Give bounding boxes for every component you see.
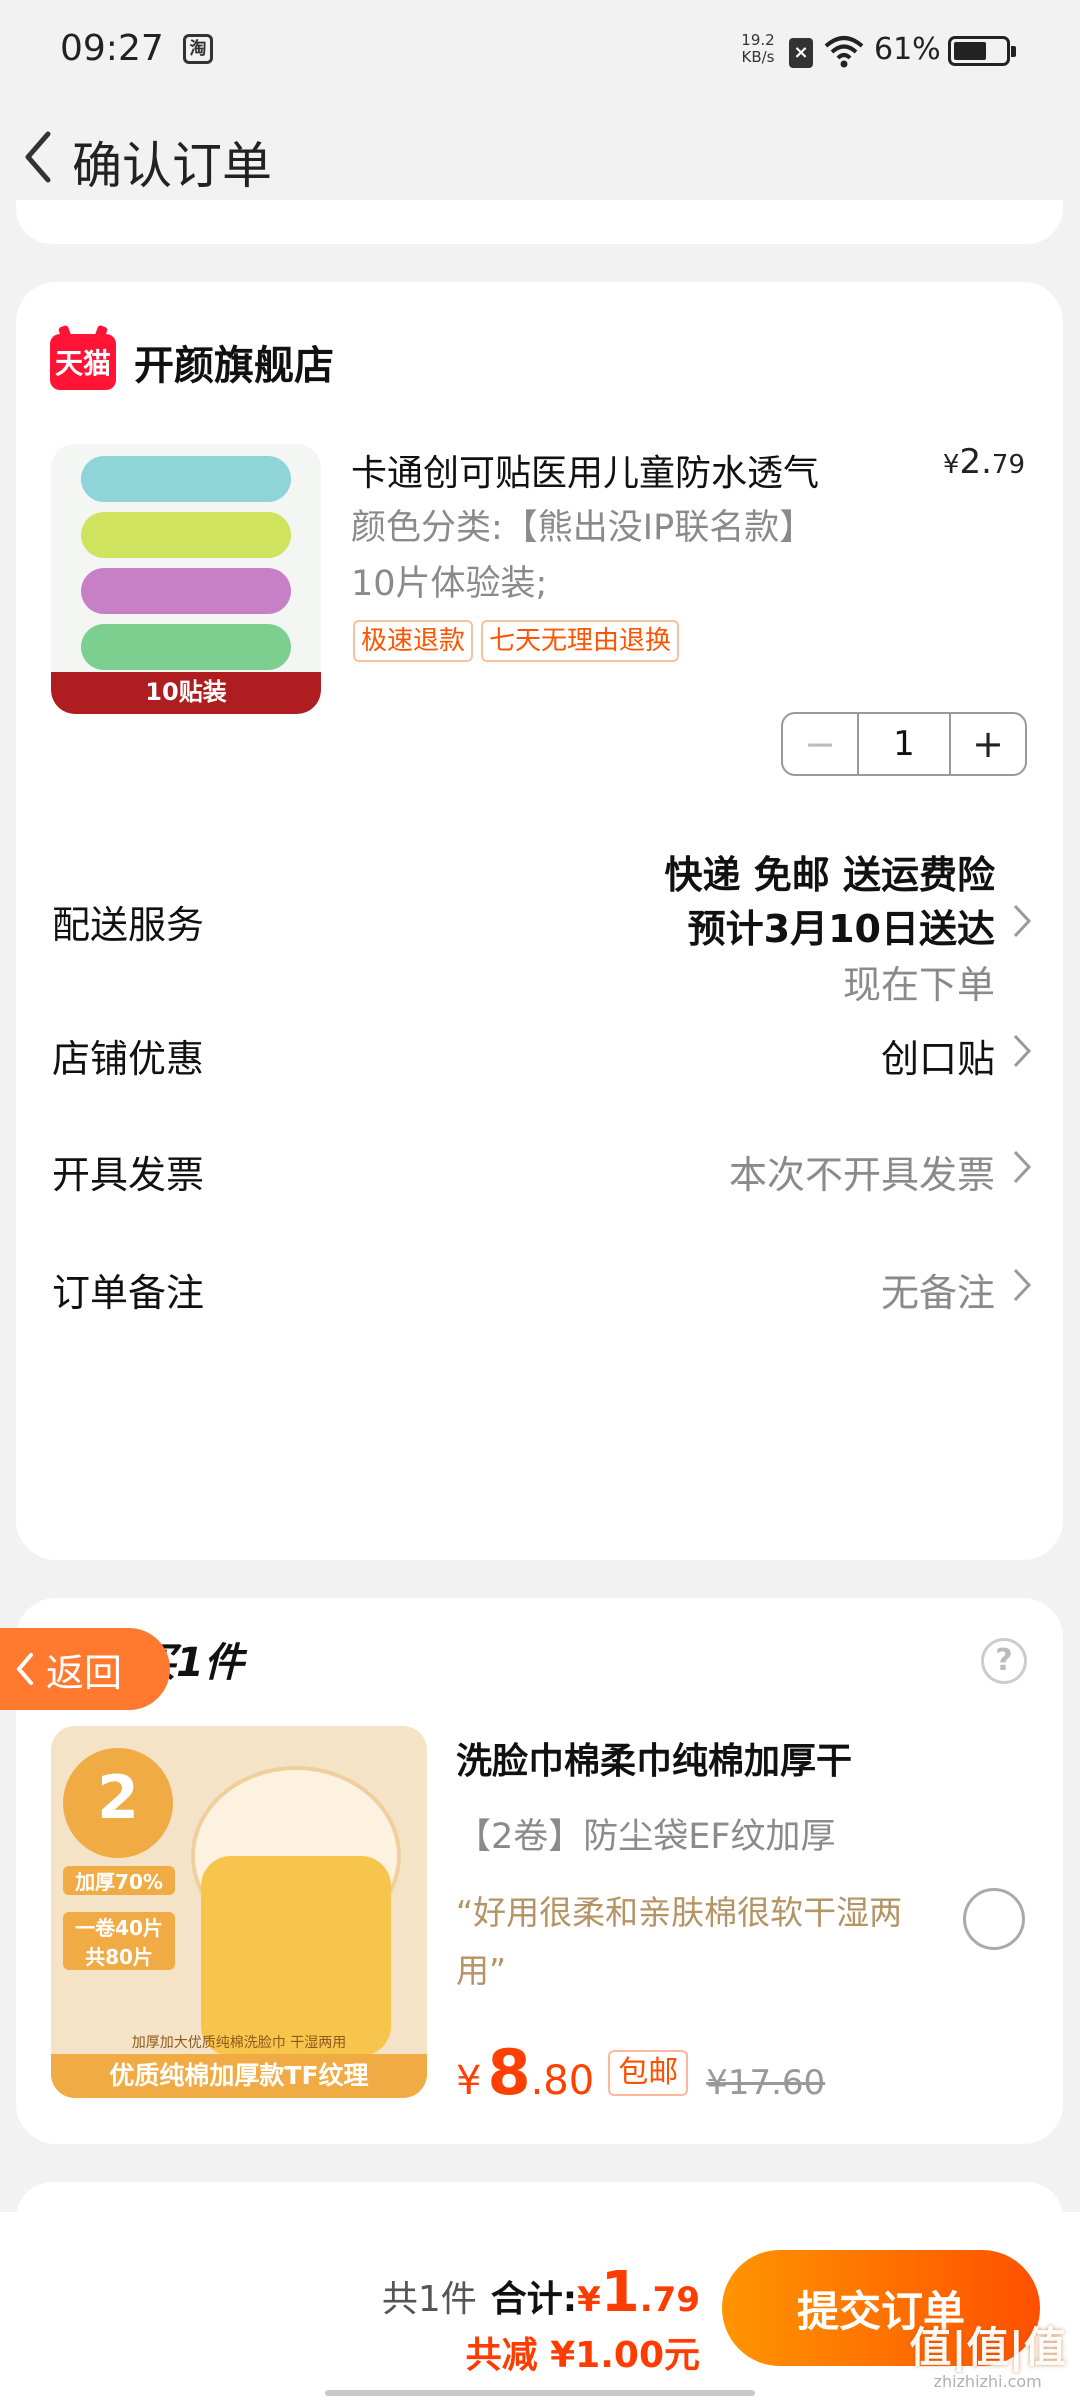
add-on-price: ¥ 8 .80 包邮 ¥17.60 — [456, 2036, 825, 2109]
chevron-right-icon[interactable] — [1011, 1148, 1033, 1186]
page-title: 确认订单 — [72, 137, 272, 195]
towel-image-subtitle: 加厚加大优质纯棉洗脸巾 干湿两用 — [131, 2035, 347, 2051]
price-decimal: .80 — [530, 2058, 595, 2104]
add-on-product-name[interactable]: 洗脸巾棉柔巾纯棉加厚干 — [456, 1732, 852, 1784]
item-count: 共1件 — [381, 2279, 477, 2320]
floating-back-label: 返回 — [46, 1650, 123, 1695]
watermark: 值|值|值 zhizhizhi.com — [909, 2323, 1066, 2392]
total-amount: ¥1.79 — [577, 2260, 700, 2325]
status-bar: 09:27 淘 19.2 KB/s × 61% — [0, 0, 1080, 100]
total-symbol: ¥ — [577, 2280, 601, 2320]
network-speed-unit: KB/s — [741, 48, 775, 66]
spec-pack: 10片体验装; — [351, 564, 548, 604]
spec-color: 颜色分类:【熊出没IP联名款】 — [351, 508, 815, 548]
add-on-product-image[interactable]: 2 加厚70% 一卷40片 共80片 加厚加大优质纯棉洗脸巾 干湿两用 优质纯棉… — [51, 1726, 427, 2098]
total-integer: 1 — [600, 2260, 640, 2325]
chevron-right-icon[interactable] — [1011, 1266, 1033, 1304]
product-image[interactable]: 10贴装 — [51, 444, 321, 714]
address-card-bottom — [16, 200, 1063, 244]
towel-count-badge: 2 — [63, 1748, 173, 1858]
product-price: ¥2.79 — [943, 442, 1025, 482]
quantity-stepper: − 1 + — [781, 712, 1027, 776]
service-tags: 极速退款 七天无理由退换 — [353, 620, 680, 662]
help-icon[interactable]: ? — [981, 1638, 1027, 1684]
product-image-label: 10贴装 — [51, 672, 321, 714]
price-integer: 2. — [959, 442, 992, 482]
chevron-left-icon — [16, 1653, 33, 1685]
network-speed: 19.2 KB/s — [738, 32, 778, 66]
order-summary: 共1件 合计: ¥1.79 — [382, 2260, 700, 2325]
delivery-method: 快递 免邮 送运费险 — [664, 853, 995, 897]
bandage-strip — [81, 456, 291, 502]
add-on-product-review: “好用很柔和亲肤棉很软干湿两用” — [456, 1893, 903, 1990]
battery-icon — [948, 36, 1016, 66]
remark-value[interactable]: 无备注 — [881, 1262, 995, 1317]
shop-header[interactable]: 天猫 开颜旗舰店 — [50, 334, 334, 390]
battery-percent: 61% — [874, 32, 941, 67]
shop-name: 开颜旗舰店 — [134, 343, 334, 389]
shop-discount-label: 店铺优惠 — [52, 1037, 205, 1081]
network-speed-value: 19.2 — [741, 31, 775, 49]
towel-roll-illustration — [201, 1856, 391, 2056]
delivery-label: 配送服务 — [52, 903, 205, 947]
chevron-right-icon[interactable] — [1011, 1032, 1033, 1070]
invoice-label: 开具发票 — [52, 1153, 205, 1197]
home-indicator[interactable] — [325, 2390, 755, 2396]
add-on-select-radio[interactable] — [963, 1888, 1025, 1950]
towel-quantity-chip: 一卷40片 共80片 — [63, 1912, 175, 1970]
remark-label: 订单备注 — [52, 1271, 205, 1315]
no-sim-icon: × — [789, 38, 813, 68]
bandage-strip — [81, 512, 291, 558]
total-label: 合计: — [490, 2279, 578, 2320]
service-tag: 七天无理由退换 — [481, 620, 680, 662]
taobao-notification-icon: 淘 — [183, 34, 213, 64]
add-on-card: 顺手买1件 ? 2 加厚70% 一卷40片 共80片 加厚加大优质纯棉洗脸巾 干… — [16, 1598, 1063, 2144]
invoice-value[interactable]: 本次不开具发票 — [729, 1144, 995, 1199]
decrease-quantity-button[interactable]: − — [783, 714, 857, 774]
delivery-order-now: 现在下单 — [842, 963, 995, 1007]
total-decimal: .79 — [639, 2280, 700, 2320]
free-shipping-tag: 包邮 — [608, 2049, 689, 2096]
watermark-logo: 值|值|值 — [909, 2323, 1066, 2372]
price-decimal: 79 — [991, 450, 1025, 480]
delivery-eta[interactable]: 预计3月10日送达 — [688, 898, 995, 953]
quantity-value[interactable]: 1 — [857, 714, 951, 774]
bandage-strip — [81, 568, 291, 614]
shop-discount-value[interactable]: 创口贴 — [881, 1028, 995, 1083]
towel-image-footer: 优质纯棉加厚款TF纹理 — [51, 2054, 427, 2098]
increase-quantity-button[interactable]: + — [951, 714, 1025, 774]
product-title[interactable]: 卡通创可贴医用儿童防水透气 — [351, 444, 819, 496]
price-integer: 8 — [487, 2036, 531, 2109]
tmall-logo-icon: 天猫 — [50, 334, 116, 390]
floating-back-button[interactable]: 返回 — [0, 1628, 170, 1710]
back-arrow-icon[interactable] — [12, 122, 68, 192]
wifi-icon — [824, 36, 864, 68]
watermark-url: zhizhizhi.com — [933, 2372, 1042, 2391]
bandage-strip — [81, 624, 291, 670]
add-on-product-spec: 【2卷】防尘袋EF纹加厚 — [456, 1817, 836, 1857]
status-time: 09:27 — [60, 28, 164, 69]
price-symbol: ¥ — [456, 2058, 482, 2104]
towel-thickness-chip: 加厚70% — [63, 1866, 175, 1895]
checkout-bar: 共1件 合计: ¥1.79 共减 ¥1.00元 提交订单 值|值|值 zhizh… — [0, 2212, 1080, 2400]
chevron-right-icon[interactable] — [1011, 902, 1033, 940]
price-symbol: ¥ — [942, 450, 960, 480]
service-tag: 极速退款 — [353, 620, 474, 662]
product-spec[interactable]: 颜色分类:【熊出没IP联名款】 10片体验装; — [351, 500, 911, 612]
discount-summary: 共减 ¥1.00元 — [465, 2335, 700, 2376]
original-price: ¥17.60 — [706, 2063, 826, 2103]
order-card: 天猫 开颜旗舰店 10贴装 卡通创可贴医用儿童防水透气 ¥2.79 颜色分类:【… — [16, 282, 1063, 1560]
